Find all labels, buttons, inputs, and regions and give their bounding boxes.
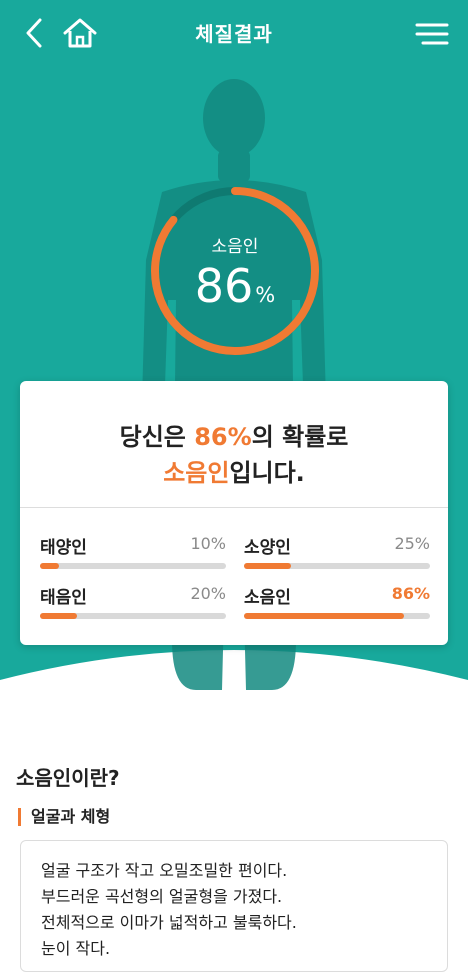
result-summary: 당신은 86%의 확률로 소음인입니다. — [20, 381, 448, 508]
stat-bar-track — [40, 563, 226, 569]
stat-value: 10% — [190, 534, 226, 553]
stat-bar-fill — [244, 613, 404, 619]
stat-taeyang: 태양인 10% — [40, 533, 226, 583]
section-title: 소음인이란? — [16, 766, 120, 790]
result-hero: 체질결과 소음인 86% — [0, 0, 468, 760]
stat-name: 소음인 — [244, 588, 291, 608]
stat-value: 20% — [190, 584, 226, 603]
description-line: 얼굴 구조가 작고 오밀조밀한 편이다. — [41, 861, 288, 880]
description-line: 부드러운 곡선형의 얼굴형을 가졌다. — [41, 887, 283, 906]
stat-bar-track — [40, 613, 226, 619]
description-line: 눈이 작다. — [41, 939, 111, 958]
stat-bar-track — [244, 563, 430, 569]
stat-bar-fill — [244, 563, 291, 569]
stat-soeum: 소음인 86% — [244, 583, 430, 633]
stat-soyang: 소양인 25% — [244, 533, 430, 583]
page-title: 체질결과 — [195, 22, 273, 46]
section-subtitle: 얼굴과 체형 — [18, 808, 110, 826]
stat-name: 소양인 — [244, 538, 291, 558]
gauge-number: 86 — [194, 259, 254, 313]
stat-bar-fill — [40, 563, 59, 569]
summary-prefix: 당신은 — [119, 423, 195, 451]
top-bar: 체질결과 — [0, 0, 468, 66]
gauge-label: 소음인 — [211, 237, 259, 257]
stat-value: 86% — [391, 584, 430, 603]
gauge-value: 86% — [148, 258, 322, 323]
stat-bar-track — [244, 613, 430, 619]
summary-suffix: 입니다. — [229, 459, 305, 487]
gauge-unit: % — [255, 283, 276, 307]
summary-type: 소음인 — [163, 459, 230, 487]
summary-middle: 의 확률로 — [251, 423, 349, 451]
summary-percent: 86% — [194, 423, 252, 451]
result-card: 당신은 86%의 확률로 소음인입니다. 태양인 10% 소양인 25% 태음인… — [20, 381, 448, 645]
menu-button[interactable] — [414, 18, 450, 50]
summary-line-1: 당신은 86%의 확률로 — [20, 417, 448, 452]
hero-background — [0, 0, 468, 690]
summary-line-2: 소음인입니다. — [20, 453, 448, 488]
stat-bar-fill — [40, 613, 78, 619]
hamburger-menu-icon — [415, 23, 449, 45]
stat-value: 25% — [394, 534, 430, 553]
stat-name: 태양인 — [40, 538, 87, 558]
description-line: 전체적으로 이마가 넓적하고 불룩하다. — [41, 913, 297, 932]
stat-taeeum: 태음인 20% — [40, 583, 226, 633]
description-box: 얼굴 구조가 작고 오밀조밀한 편이다. 부드러운 곡선형의 얼굴형을 가졌다.… — [20, 840, 448, 972]
stat-name: 태음인 — [40, 588, 87, 608]
